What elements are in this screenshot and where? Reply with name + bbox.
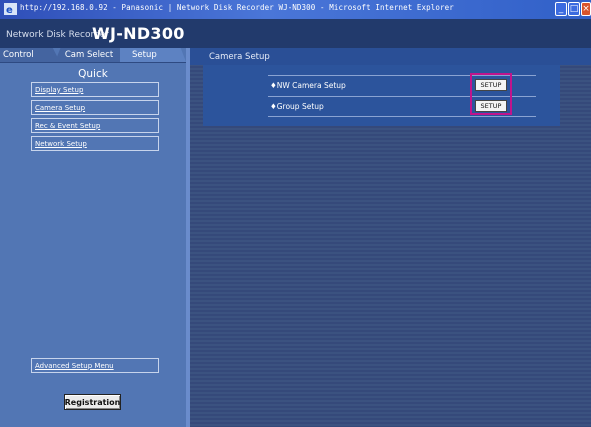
sidebar-item-display-setup[interactable]: Display Setup: [31, 82, 159, 97]
group-setup-label: ♦Group Setup: [270, 102, 324, 111]
main-content: Camera Setup ♦NW Camera Setup SETUP ♦Gro…: [190, 48, 591, 427]
close-button[interactable]: ×: [581, 2, 591, 16]
model-name: WJ-ND300: [92, 24, 185, 43]
title-bar: e http://192.168.0.92 - Panasonic | Netw…: [0, 0, 591, 19]
minimize-button[interactable]: _: [555, 2, 567, 16]
tab-cam-select[interactable]: Cam Select: [55, 48, 123, 62]
ie-icon: e: [4, 3, 17, 15]
highlight-box: [470, 73, 512, 115]
sidebar-title: Quick: [78, 68, 108, 80]
tab-control[interactable]: Control: [0, 48, 60, 62]
sidebar-item-rec-event-setup[interactable]: Rec & Event Setup: [31, 118, 159, 133]
window-title: http://192.168.0.92 - Panasonic | Networ…: [20, 3, 454, 12]
maximize-icon: □: [569, 3, 579, 14]
page-title: Camera Setup: [190, 48, 591, 65]
tab-setup[interactable]: Setup: [120, 48, 186, 62]
minimize-icon: _: [558, 3, 564, 14]
tab-divider: [0, 62, 190, 63]
browser-window: e http://192.168.0.92 - Panasonic | Netw…: [0, 0, 591, 427]
sidebar-item-network-setup[interactable]: Network Setup: [31, 136, 159, 151]
app-header: Network Disk Recorder WJ-ND300: [0, 19, 591, 48]
tab-bar: Control Cam Select Setup: [0, 48, 190, 62]
left-panel: Control Cam Select Setup Quick Display S…: [0, 48, 190, 427]
registration-button[interactable]: Registration: [64, 394, 121, 410]
sidebar-item-camera-setup[interactable]: Camera Setup: [31, 100, 159, 115]
close-icon: ×: [582, 3, 590, 14]
nw-camera-setup-label: ♦NW Camera Setup: [270, 81, 346, 90]
advanced-setup-menu-link[interactable]: Advanced Setup Menu: [31, 358, 159, 373]
maximize-button[interactable]: □: [568, 2, 580, 16]
svg-text:e: e: [6, 5, 13, 15]
